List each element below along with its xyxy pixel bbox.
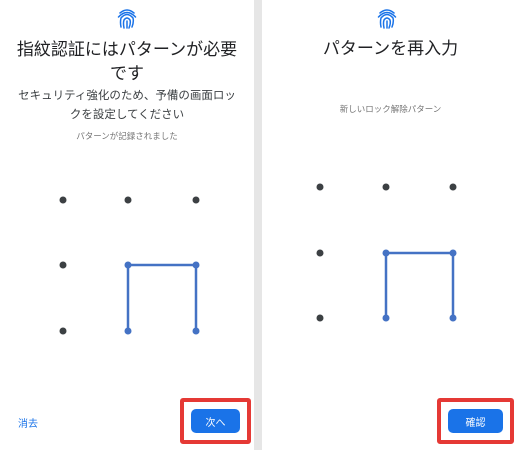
pattern-dot bbox=[449, 314, 457, 322]
pattern-line bbox=[126, 263, 198, 331]
pattern-dot bbox=[382, 249, 390, 257]
pattern-dot bbox=[59, 196, 67, 204]
pattern-dot bbox=[449, 183, 457, 191]
pattern-dot bbox=[124, 196, 132, 204]
pattern-dot bbox=[316, 249, 324, 257]
pattern-dot bbox=[192, 327, 200, 335]
pattern-dot bbox=[192, 261, 200, 269]
pattern-dot bbox=[124, 261, 132, 269]
clear-button[interactable]: 消去 bbox=[18, 415, 38, 430]
confirm-button-highlight: 確認 bbox=[437, 398, 514, 444]
pattern-dot bbox=[192, 196, 200, 204]
pattern-dot bbox=[316, 314, 324, 322]
next-button[interactable]: 次へ bbox=[191, 409, 240, 433]
pattern-dot bbox=[124, 327, 132, 335]
pattern-confirm-screen: パターンを再入力 新しいロック解除パターン 確認 bbox=[262, 0, 519, 450]
pattern-grid[interactable] bbox=[262, 0, 519, 450]
pattern-dot bbox=[382, 314, 390, 322]
confirm-button[interactable]: 確認 bbox=[448, 409, 503, 433]
pattern-dot bbox=[382, 183, 390, 191]
pattern-dot bbox=[449, 249, 457, 257]
pattern-dot bbox=[316, 183, 324, 191]
pattern-line bbox=[384, 251, 455, 318]
pattern-setup-screen: 指紋認証にはパターンが必要です セキュリティ強化のため、予備の画面ロックを設定し… bbox=[0, 0, 254, 450]
pattern-dot bbox=[59, 261, 67, 269]
pattern-dot bbox=[59, 327, 67, 335]
next-button-highlight: 次へ bbox=[180, 398, 251, 444]
pattern-grid[interactable] bbox=[0, 0, 254, 450]
